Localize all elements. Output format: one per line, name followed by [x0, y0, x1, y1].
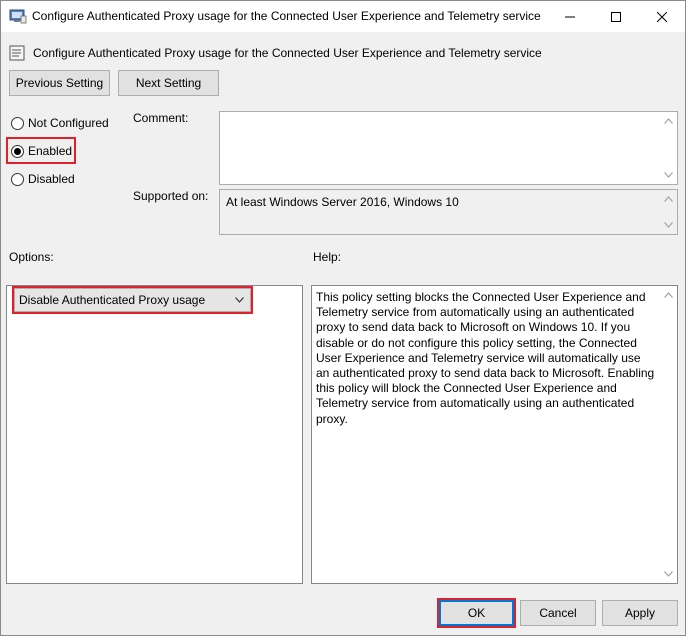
comment-label: Comment:	[133, 111, 189, 125]
scroll-down-icon[interactable]	[664, 222, 673, 228]
policy-setting-icon	[9, 45, 25, 61]
help-text: This policy setting blocks the Connected…	[316, 290, 655, 426]
scroll-down-icon[interactable]	[664, 172, 673, 178]
help-label: Help:	[313, 250, 342, 264]
minimize-icon	[565, 16, 575, 17]
title-bar[interactable]: Configure Authenticated Proxy usage for …	[1, 1, 685, 32]
radio-label: Disabled	[28, 172, 75, 186]
options-panel	[6, 285, 303, 584]
next-setting-button[interactable]: Next Setting	[118, 70, 219, 96]
policy-dialog-window: Configure Authenticated Proxy usage for …	[0, 0, 686, 636]
policy-icon	[9, 9, 27, 24]
setting-header: Configure Authenticated Proxy usage for …	[9, 44, 542, 62]
highlight-box-ok	[437, 598, 516, 628]
highlight-box-dropdown	[12, 286, 253, 314]
radio-circle	[11, 116, 24, 130]
radio-label: Not Configured	[28, 116, 109, 130]
highlight-box-enabled	[6, 137, 76, 164]
help-scrollbar[interactable]	[660, 286, 677, 583]
apply-button[interactable]: Apply	[602, 600, 678, 626]
radio-not-configured[interactable]: Not Configured	[11, 115, 109, 131]
supported-on-value: At least Windows Server 2016, Windows 10	[226, 195, 459, 209]
scroll-up-icon[interactable]	[664, 196, 673, 202]
radio-circle	[11, 172, 24, 186]
close-icon	[657, 11, 667, 22]
radio-disabled[interactable]: Disabled	[11, 171, 75, 187]
setting-title: Configure Authenticated Proxy usage for …	[33, 46, 542, 60]
cancel-button[interactable]: Cancel	[520, 600, 596, 626]
close-button[interactable]	[639, 1, 685, 32]
scroll-down-icon[interactable]	[664, 571, 673, 577]
window-title: Configure Authenticated Proxy usage for …	[32, 9, 541, 23]
options-label: Options:	[9, 250, 54, 264]
minimize-button[interactable]	[547, 1, 593, 32]
previous-setting-button[interactable]: Previous Setting	[9, 70, 110, 96]
supported-on-field: At least Windows Server 2016, Windows 10	[219, 189, 678, 235]
comment-input[interactable]	[219, 111, 678, 185]
comment-scrollbar[interactable]	[660, 112, 677, 184]
scroll-up-icon[interactable]	[664, 292, 673, 298]
maximize-button[interactable]	[593, 1, 639, 32]
scroll-up-icon[interactable]	[664, 118, 673, 124]
maximize-icon	[611, 11, 621, 22]
help-panel: This policy setting blocks the Connected…	[311, 285, 678, 584]
supported-on-label: Supported on:	[133, 189, 209, 203]
supported-scrollbar[interactable]	[660, 190, 677, 234]
